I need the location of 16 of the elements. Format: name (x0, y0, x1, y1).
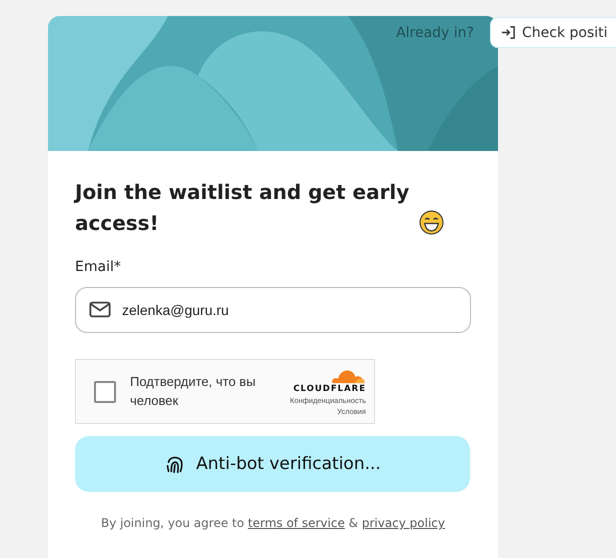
cloud-icon (330, 368, 366, 384)
envelope-icon (89, 301, 111, 318)
email-label: Email* (75, 259, 122, 275)
verification-button[interactable]: Anti-bot verification... (75, 436, 470, 492)
captcha-label: Подтвердите, что вы человек (130, 373, 257, 410)
cloudflare-logo-text: CLOUDFLARE (293, 384, 366, 394)
consent-text: By joining, you agree to terms of service & privacy policy (100, 516, 446, 530)
email-field[interactable]: zelenka@guru.ru (75, 287, 471, 333)
captcha-checkbox[interactable] (94, 380, 116, 402)
terms-of-service-link[interactable]: terms of service (248, 516, 345, 530)
already-in-text: Already in? (396, 25, 474, 41)
heading: Join the waitlist and get early access! (75, 179, 410, 237)
privacy-policy-link[interactable]: privacy policy (362, 516, 446, 530)
sign-in-icon (501, 25, 516, 40)
grin-emoji-icon (419, 210, 444, 235)
check-position-button[interactable]: Check positi (490, 17, 616, 48)
